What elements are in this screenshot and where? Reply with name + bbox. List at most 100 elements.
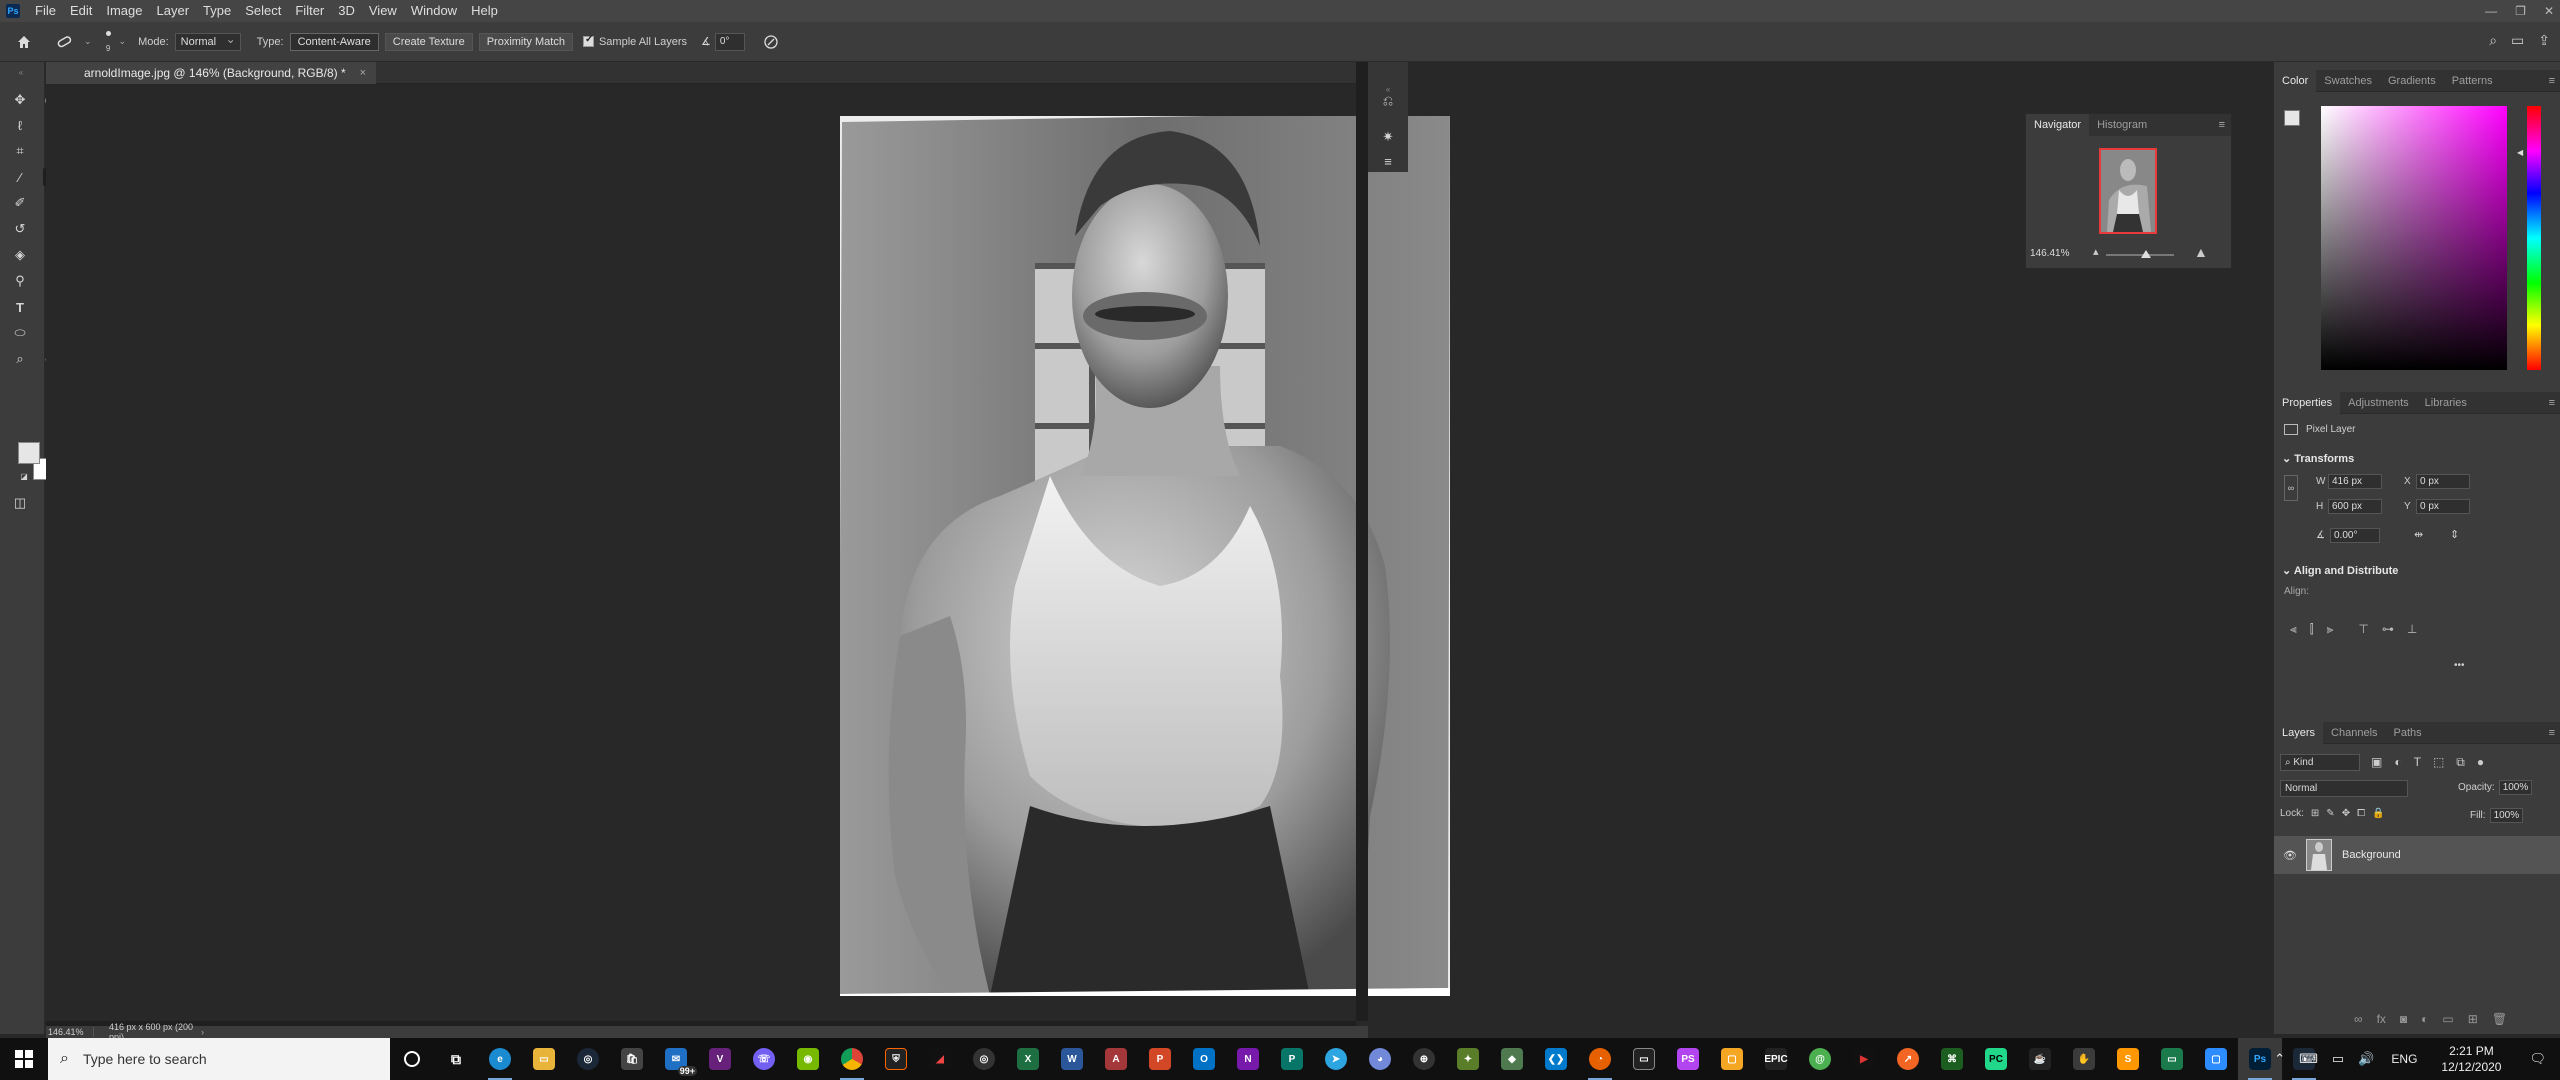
tab-layers[interactable]: Layers bbox=[2274, 721, 2324, 744]
document-tab[interactable]: arnoldImage.jpg @ 146% (Background, RGB/… bbox=[46, 62, 377, 84]
menu-window[interactable]: Window bbox=[404, 0, 464, 22]
menu-type[interactable]: Type bbox=[196, 0, 238, 22]
menu-image[interactable]: Image bbox=[99, 0, 149, 22]
brush-settings-icon[interactable]: ✷ bbox=[1379, 128, 1397, 146]
onenote-icon[interactable]: N bbox=[1226, 1038, 1270, 1080]
filter-type-icon[interactable]: T bbox=[2414, 755, 2421, 770]
network-icon[interactable]: ▭ bbox=[2325, 1051, 2351, 1067]
zoom-slider[interactable] bbox=[2106, 254, 2174, 256]
opacity-input[interactable]: 100% bbox=[2498, 780, 2533, 795]
app-orange-circle-icon[interactable]: ↗ bbox=[1886, 1038, 1930, 1080]
x-input[interactable]: 0 px bbox=[2416, 474, 2470, 489]
link-dimensions-icon[interactable]: ∞ bbox=[2284, 475, 2298, 501]
brush-angle-input[interactable]: 0° bbox=[714, 32, 745, 51]
lasso-tool-icon[interactable]: ℓ bbox=[11, 116, 29, 134]
crop-tool-icon[interactable]: ⌗ bbox=[11, 142, 29, 160]
hue-slider[interactable] bbox=[2527, 106, 2541, 370]
dodge-tool-icon[interactable]: ⚲ bbox=[11, 272, 29, 290]
tab-color[interactable]: Color bbox=[2274, 69, 2317, 92]
powerpoint-icon[interactable]: P bbox=[1138, 1038, 1182, 1080]
default-colors-icon[interactable]: ◪ bbox=[15, 467, 33, 485]
history-brush-tool-icon[interactable]: ↺ bbox=[11, 220, 29, 238]
tab-properties[interactable]: Properties bbox=[2274, 391, 2341, 414]
zoom-out-icon[interactable]: ▴ bbox=[2093, 245, 2099, 258]
more-options-icon[interactable]: ••• bbox=[2454, 660, 2465, 671]
new-group-icon[interactable]: ▭ bbox=[2442, 1012, 2453, 1026]
ellipse-tool-icon[interactable]: ⬭ bbox=[11, 324, 29, 342]
align-center-h-icon[interactable]: ⫿ bbox=[2310, 622, 2314, 637]
align-right-icon[interactable]: ⫸ bbox=[2327, 622, 2334, 637]
content-aware-button[interactable]: Content-Aware bbox=[289, 32, 379, 51]
width-input[interactable]: 416 px bbox=[2328, 474, 2382, 489]
brushes-panel-icon[interactable]: ≡ bbox=[1379, 152, 1397, 170]
flip-horizontal-icon[interactable]: ⇹ bbox=[2414, 528, 2423, 541]
tab-libraries[interactable]: Libraries bbox=[2417, 392, 2475, 414]
align-top-icon[interactable]: ⊤ bbox=[2358, 622, 2368, 637]
color-panel-menu-icon[interactable]: ≡ bbox=[2549, 75, 2555, 87]
viber-icon[interactable]: ☏ bbox=[742, 1038, 786, 1080]
tab-channels[interactable]: Channels bbox=[2323, 722, 2385, 744]
menu-layer[interactable]: Layer bbox=[150, 0, 197, 22]
app-terminal-dark-icon[interactable]: ▶ bbox=[1842, 1038, 1886, 1080]
app-leaf-icon[interactable]: ⌘ bbox=[1930, 1038, 1974, 1080]
visual-studio-icon[interactable]: V bbox=[698, 1038, 742, 1080]
healing-brush-tool-icon[interactable] bbox=[56, 34, 74, 50]
file-explorer-icon[interactable]: ▭ bbox=[522, 1038, 566, 1080]
status-zoom[interactable]: 146.41% bbox=[46, 1027, 94, 1037]
publisher-icon[interactable]: P bbox=[1270, 1038, 1314, 1080]
app-blue-square-icon[interactable]: ▢ bbox=[2194, 1038, 2238, 1080]
keyboard-icon[interactable]: ⌨ bbox=[2292, 1051, 2325, 1067]
shield-app-icon[interactable]: ⛨ bbox=[874, 1038, 918, 1080]
store-icon[interactable]: 🛍 bbox=[610, 1038, 654, 1080]
filter-pixel-icon[interactable]: ▣ bbox=[2371, 755, 2382, 770]
tab-gradients[interactable]: Gradients bbox=[2380, 70, 2444, 92]
tab-patterns[interactable]: Patterns bbox=[2444, 70, 2501, 92]
share-icon[interactable]: ⇪ bbox=[2538, 32, 2550, 49]
steam-icon[interactable]: ◎ bbox=[566, 1038, 610, 1080]
history-panel-icon[interactable]: ⎌ bbox=[1379, 92, 1397, 110]
height-input[interactable]: 600 px bbox=[2328, 499, 2382, 514]
brush-tool-icon[interactable]: ✐ bbox=[11, 194, 29, 212]
new-layer-icon[interactable]: ⊞ bbox=[2468, 1012, 2478, 1026]
phpstorm-icon[interactable]: PS bbox=[1666, 1038, 1710, 1080]
fill-input[interactable]: 100% bbox=[2489, 808, 2524, 823]
filter-shape-icon[interactable]: ⬚ bbox=[2433, 755, 2444, 770]
epic-games-icon[interactable]: EPIC bbox=[1754, 1038, 1798, 1080]
cortana-icon[interactable] bbox=[390, 1038, 434, 1080]
nvidia-icon[interactable]: ◉ bbox=[786, 1038, 830, 1080]
layer-row[interactable]: 👁 Background bbox=[2274, 836, 2560, 874]
hue-marker-icon[interactable]: ◀ bbox=[2517, 148, 2523, 157]
restore-icon[interactable]: ❐ bbox=[2515, 4, 2526, 18]
word-icon[interactable]: W bbox=[1050, 1038, 1094, 1080]
transforms-title[interactable]: ⌄ Transforms bbox=[2282, 452, 2354, 465]
filter-adjustment-icon[interactable]: ◐ bbox=[2394, 755, 2401, 770]
app-arrow-icon[interactable]: ◢ bbox=[918, 1038, 962, 1080]
zoom-in-icon[interactable]: ▲ bbox=[2194, 244, 2208, 260]
layers-menu-icon[interactable]: ≡ bbox=[2549, 727, 2555, 739]
chrome-icon[interactable] bbox=[830, 1038, 874, 1080]
workspace-icon[interactable]: ▭ bbox=[2511, 32, 2524, 49]
tab-paths[interactable]: Paths bbox=[2386, 722, 2430, 744]
brush-size-picker[interactable]: 9 bbox=[105, 30, 111, 53]
volume-icon[interactable]: 🔊 bbox=[2351, 1051, 2381, 1067]
type-tool-icon[interactable]: T bbox=[11, 298, 29, 316]
properties-menu-icon[interactable]: ≡ bbox=[2549, 397, 2555, 409]
vscode-icon[interactable]: ❮❯ bbox=[1534, 1038, 1578, 1080]
search-icon[interactable]: ⌕ bbox=[2489, 32, 2497, 49]
paint-bucket-tool-icon[interactable]: ◈ bbox=[11, 246, 29, 264]
vertical-scrollbar[interactable] bbox=[1356, 62, 1368, 1021]
filter-smart-object-icon[interactable]: ⧉ bbox=[2456, 755, 2465, 770]
adjustment-layer-icon[interactable]: ◐ bbox=[2421, 1012, 2428, 1026]
menu-view[interactable]: View bbox=[362, 0, 404, 22]
blend-mode-select[interactable]: Normal bbox=[2280, 780, 2408, 797]
proximity-match-button[interactable]: Proximity Match bbox=[478, 32, 573, 51]
foreground-color-swatch[interactable] bbox=[18, 442, 40, 464]
sample-all-layers-checkbox[interactable] bbox=[582, 34, 594, 47]
delete-layer-icon[interactable]: 🗑 bbox=[2492, 1012, 2507, 1026]
java-icon[interactable]: ☕ bbox=[2018, 1038, 2062, 1080]
menu-select[interactable]: Select bbox=[238, 0, 288, 22]
create-texture-button[interactable]: Create Texture bbox=[384, 32, 473, 51]
app-spiral-icon[interactable]: @ bbox=[1798, 1038, 1842, 1080]
telegram-icon[interactable]: ➤ bbox=[1314, 1038, 1358, 1080]
toolbar-collapse-icon[interactable]: « bbox=[12, 63, 30, 81]
